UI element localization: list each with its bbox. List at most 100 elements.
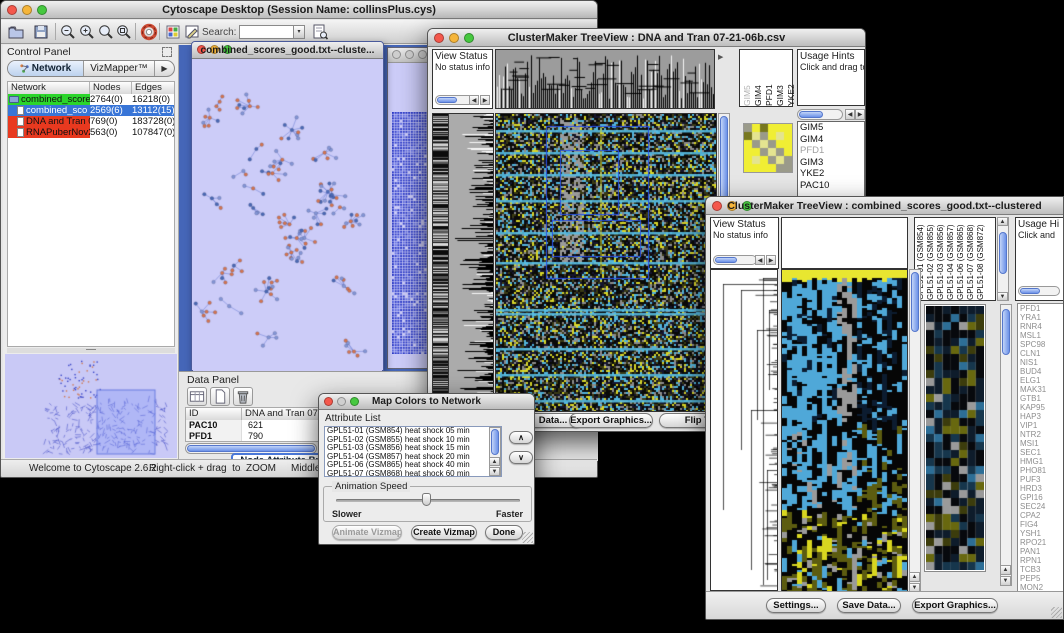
annotation-icon[interactable] [183, 23, 201, 41]
column-label[interactable]: GPL51-07 (GSM868) [967, 218, 975, 300]
column-label[interactable]: GPL51-03 (GSM856) [937, 218, 945, 300]
tv2-row-dendrogram[interactable] [710, 269, 778, 591]
gene-label[interactable]: BUD4 [1018, 367, 1063, 376]
dense-network-canvas[interactable] [392, 112, 430, 354]
attribute-item[interactable]: GPL51-02 (GSM855) heat shock 10 min [325, 436, 501, 445]
data-panel-col-id[interactable]: ID [186, 408, 242, 420]
gene-label[interactable]: NIS1 [1018, 358, 1063, 367]
gene-label[interactable]: SEC24 [1018, 502, 1063, 511]
export-graphics-button[interactable]: Export Graphics... [569, 413, 653, 428]
tv2-detail-vscroll[interactable]: ▲ ▼ [1000, 304, 1012, 586]
scroll-down-icon[interactable]: ▼ [997, 292, 1008, 301]
scroll-right-icon[interactable]: ▶ [480, 95, 490, 105]
panel-splitter[interactable] [7, 348, 175, 353]
move-down-button[interactable]: ∨ [509, 451, 533, 464]
gene-label[interactable]: YKE2 [798, 168, 864, 180]
gene-label[interactable]: HRD3 [1018, 484, 1063, 493]
attribute-item[interactable]: GPL51-01 (GSM854) heat shock 05 min [325, 427, 501, 436]
resize-grip[interactable] [1051, 607, 1062, 618]
tab-overflow-button[interactable]: ▶ [154, 61, 174, 76]
network-frame-titlebar[interactable]: combined_scores_good.txt--cluste... [192, 42, 383, 59]
open-file-icon[interactable] [7, 23, 25, 41]
tv2-hints-scrollbar[interactable] [1018, 286, 1060, 296]
scroll-left-icon[interactable]: ◀ [845, 109, 855, 120]
attribute-item[interactable]: GPL51-07 (GSM868) heat shock 60 min [325, 470, 501, 477]
scroll-up-icon[interactable]: ▲ [909, 572, 920, 582]
column-label[interactable]: GPL51-04 (GSM857) [947, 218, 955, 300]
gene-label[interactable]: PAN1 [1018, 547, 1063, 556]
column-label[interactable]: GIM4 [754, 50, 762, 106]
animate-vizmap-button[interactable]: Animate Vizmap [332, 525, 402, 540]
gene-label[interactable]: GIM3 [798, 157, 864, 169]
gene-label[interactable]: GTB1 [1018, 394, 1063, 403]
zoom-selected-icon[interactable] [115, 23, 133, 41]
tv1-hints-scrollbar[interactable] [797, 109, 843, 120]
gene-label[interactable]: PEP5 [1018, 574, 1063, 583]
network-list-row[interactable]: RNAPuberNov2+ 563(0) 107847(0) [8, 127, 174, 138]
slider-thumb[interactable] [422, 493, 431, 506]
chevron-right-icon[interactable]: ▶ [718, 53, 723, 61]
gene-label[interactable]: CPA2 [1018, 511, 1063, 520]
close-button[interactable] [392, 50, 401, 59]
tv1-global-strip[interactable] [432, 113, 449, 412]
scroll-down-icon[interactable]: ▼ [489, 467, 500, 476]
gene-label[interactable]: SPC98 [1018, 340, 1063, 349]
column-label[interactable]: GPL51-02 (GSM855) [927, 218, 935, 300]
attribute-item[interactable]: GPL51-03 (GSM856) heat shock 15 min [325, 444, 501, 453]
scroll-down-icon[interactable]: ▼ [1000, 576, 1011, 586]
gene-label[interactable]: YSH1 [1018, 529, 1063, 538]
tv2-heatmap-vscroll[interactable]: ▲ ▼ [909, 269, 921, 593]
gene-label[interactable]: KAP95 [1018, 403, 1063, 412]
scroll-right-icon[interactable]: ▶ [855, 109, 865, 120]
column-label[interactable]: YKE2 [787, 50, 795, 106]
gene-label[interactable]: FIG4 [1018, 520, 1063, 529]
tab-network[interactable]: Network [8, 61, 84, 76]
gene-label[interactable]: RPN1 [1018, 556, 1063, 565]
scroll-left-icon[interactable]: ◀ [755, 255, 765, 265]
attribute-item[interactable]: GPL51-06 (GSM865) heat shock 40 min [325, 461, 501, 470]
gene-label[interactable]: RPO21 [1018, 538, 1063, 547]
gene-label[interactable]: RNR4 [1018, 322, 1063, 331]
gene-label[interactable]: PUF3 [1018, 475, 1063, 484]
attribute-select-icon[interactable] [187, 387, 207, 406]
tv2-column-dendrogram[interactable] [781, 217, 908, 269]
network-list-row[interactable]: combined_sco 2569(6) 13112(15) [8, 105, 174, 116]
col-edges[interactable]: Edges [132, 82, 174, 94]
tv1-heatmap[interactable] [495, 113, 717, 412]
gene-label[interactable]: GPI16 [1018, 493, 1063, 502]
network-list-row[interactable]: combined_scores_ 2764(0) 16218(0) [8, 94, 174, 105]
new-attribute-icon[interactable] [210, 387, 230, 406]
scroll-up-icon[interactable]: ▲ [489, 457, 500, 466]
gene-label[interactable]: VIP1 [1018, 421, 1063, 430]
delete-attribute-icon[interactable] [233, 387, 253, 406]
column-label[interactable]: GPL51-08 (GSM872) [977, 218, 985, 300]
column-label[interactable]: GIM5 [743, 50, 751, 106]
scroll-right-icon[interactable]: ▶ [766, 255, 776, 265]
network-list-row[interactable]: DNA and Tran 07 769(0) 183728(0) [8, 116, 174, 127]
float-panel-icon[interactable] [162, 47, 172, 57]
attribute-list-vscroll[interactable]: ▲ ▼ [489, 427, 501, 476]
dialog-titlebar[interactable]: Map Colors to Network [319, 394, 534, 410]
tv2-heatmap[interactable] [781, 269, 908, 593]
column-label[interactable]: PFD1 [765, 50, 773, 106]
export-graphics-button[interactable]: Export Graphics... [912, 598, 998, 613]
gene-label[interactable]: TCB3 [1018, 565, 1063, 574]
tab-vizmapper[interactable]: VizMapper™ [84, 61, 154, 76]
search-dropdown-button[interactable]: ▾ [293, 25, 305, 39]
scroll-up-icon[interactable]: ▲ [1000, 565, 1011, 575]
gene-label[interactable]: MSI1 [1018, 439, 1063, 448]
resize-grip[interactable] [522, 532, 533, 543]
minimize-button[interactable] [405, 50, 414, 59]
zoom-fit-icon[interactable] [97, 23, 115, 41]
save-data-button[interactable]: Save Data... [837, 598, 901, 613]
move-up-button[interactable]: ∧ [509, 431, 533, 444]
network-overview-canvas[interactable] [5, 354, 177, 458]
col-nodes[interactable]: Nodes [90, 82, 132, 94]
tv1-similarity-matrix[interactable] [743, 123, 793, 173]
gene-label[interactable]: NTR2 [1018, 430, 1063, 439]
gene-label[interactable]: MAK31 [1018, 385, 1063, 394]
zoom-out-icon[interactable] [59, 23, 77, 41]
gene-label[interactable]: ELG1 [1018, 376, 1063, 385]
gene-label[interactable]: PAC10 [798, 180, 864, 192]
done-button[interactable]: Done [485, 525, 523, 540]
